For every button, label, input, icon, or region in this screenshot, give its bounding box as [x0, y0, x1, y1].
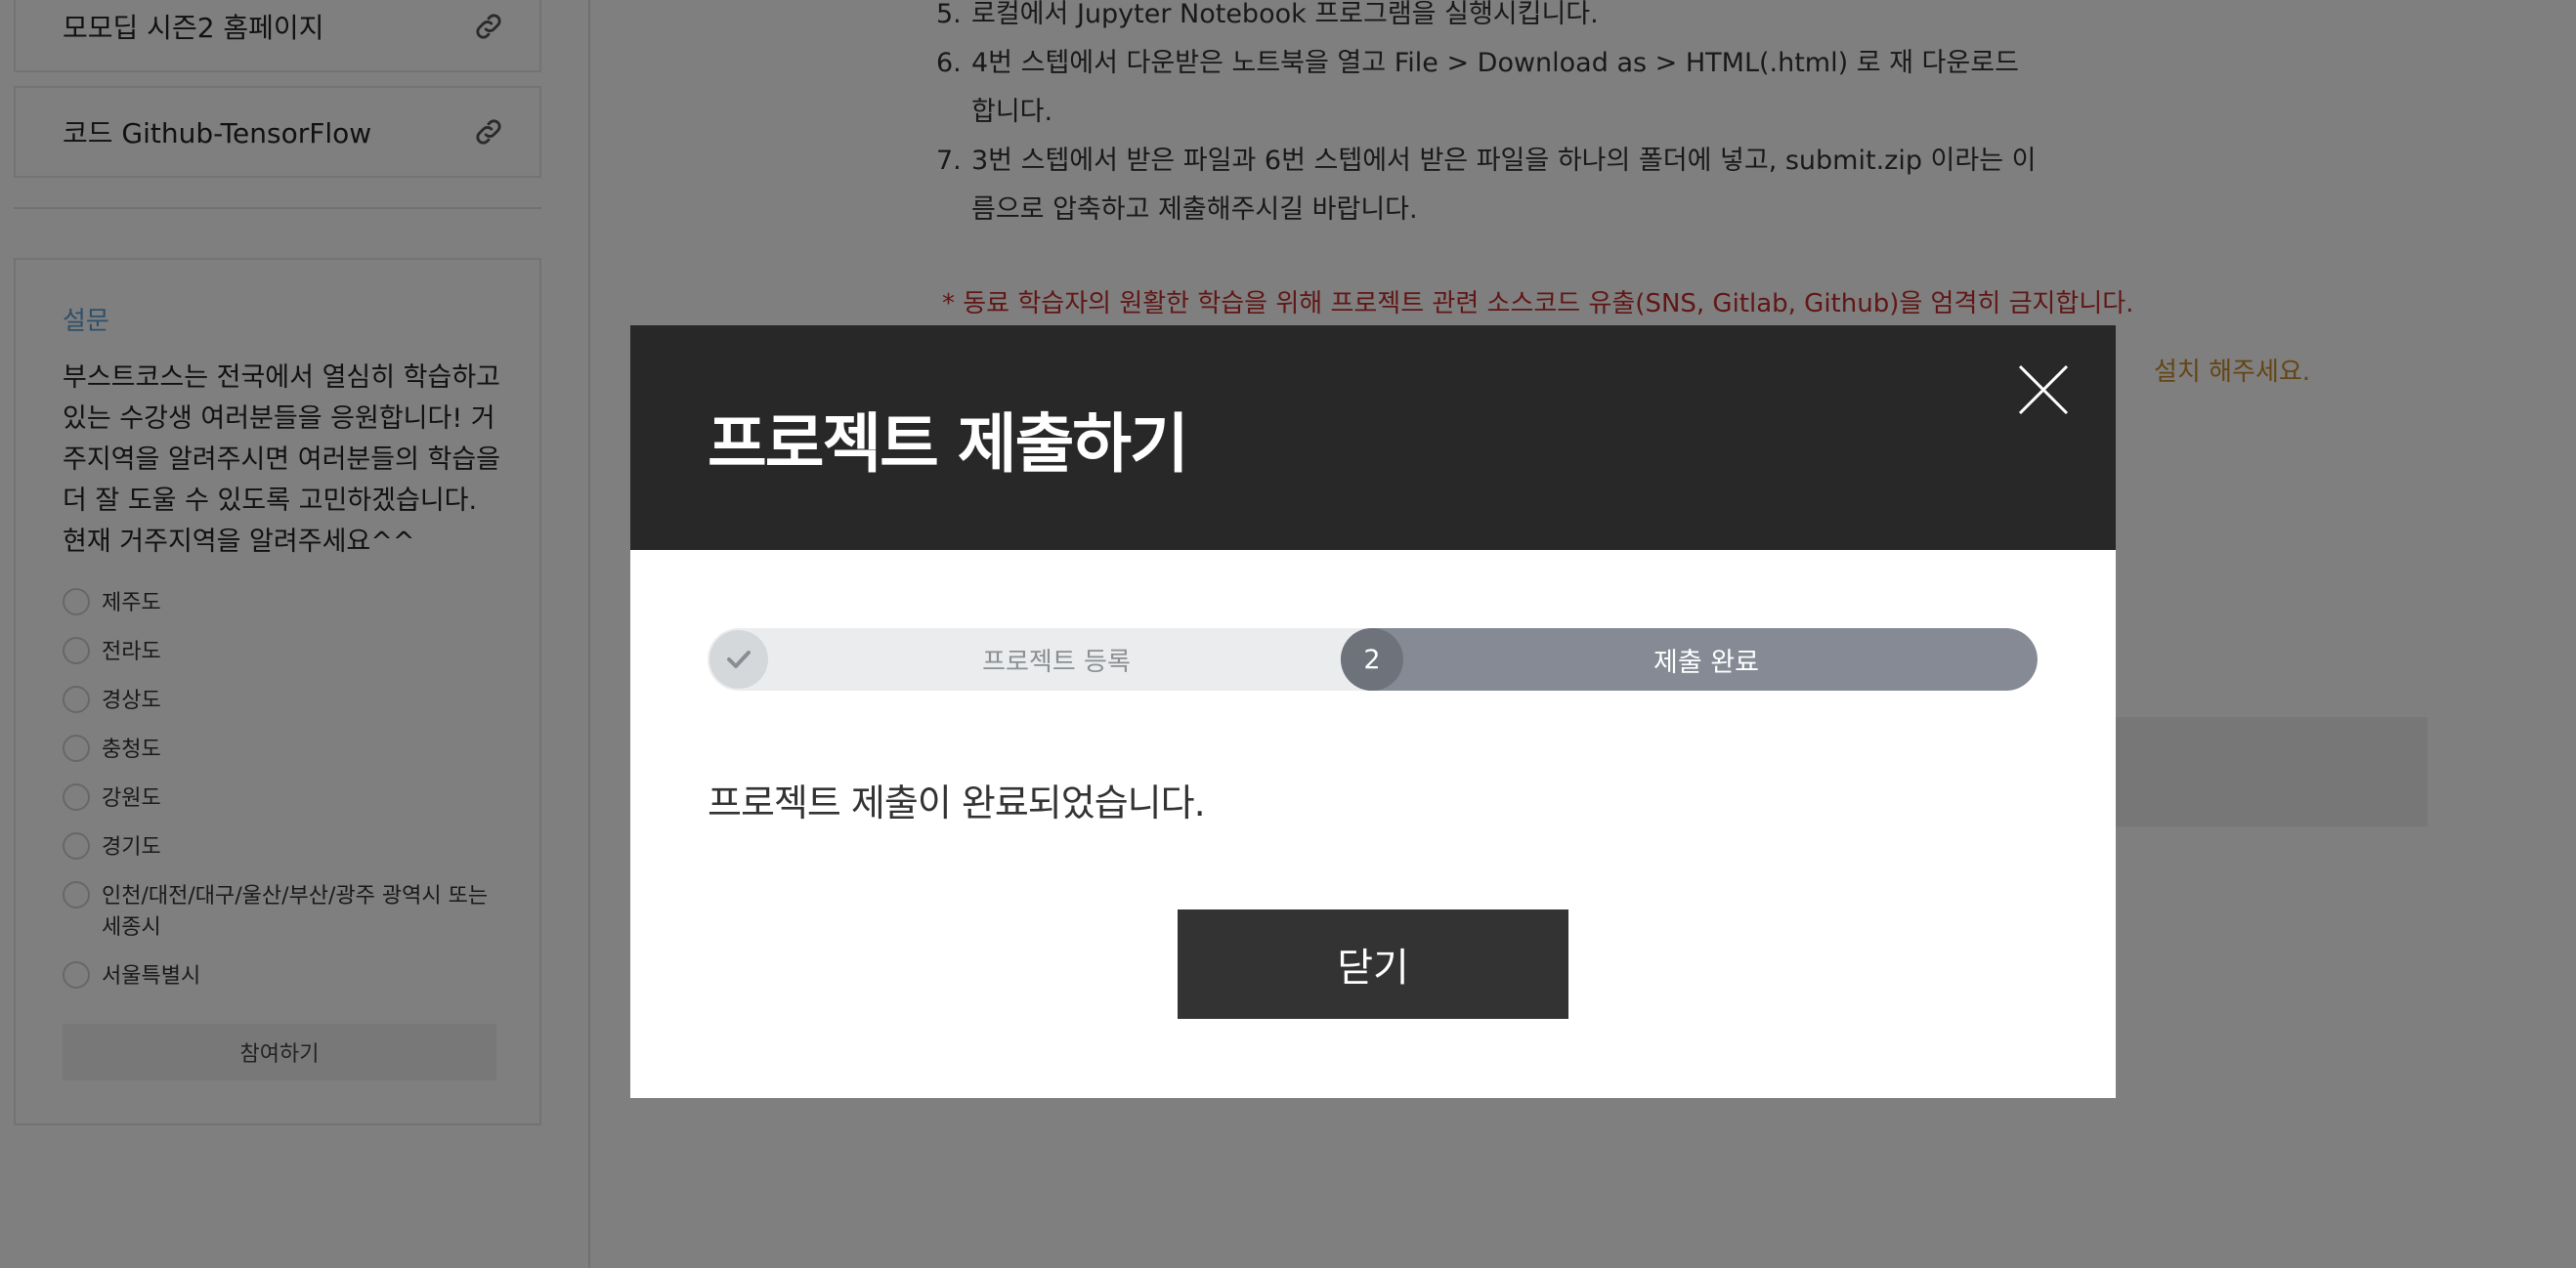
close-icon[interactable] — [2018, 364, 2069, 415]
modal-title: 프로젝트 제출하기 — [708, 406, 1189, 482]
step-complete: 2 제출 완료 — [1341, 628, 2038, 691]
submit-modal: 프로젝트 제출하기 프로젝트 등록 2 제출 완료 프로젝트 제출이 완료되었습… — [630, 325, 2116, 1098]
step-register: 프로젝트 등록 — [708, 628, 1372, 691]
close-button[interactable]: 닫기 — [1178, 909, 1568, 1019]
step-complete-number: 2 — [1341, 628, 1403, 691]
step-complete-label: 제출 완료 — [1653, 647, 1759, 678]
modal-message: 프로젝트 제출이 완료되었습니다. — [708, 782, 1206, 824]
check-icon — [709, 630, 768, 689]
progress-stepper: 프로젝트 등록 2 제출 완료 — [708, 628, 2038, 691]
modal-header: 프로젝트 제출하기 — [630, 325, 2116, 550]
step-register-label: 프로젝트 등록 — [982, 647, 1131, 677]
